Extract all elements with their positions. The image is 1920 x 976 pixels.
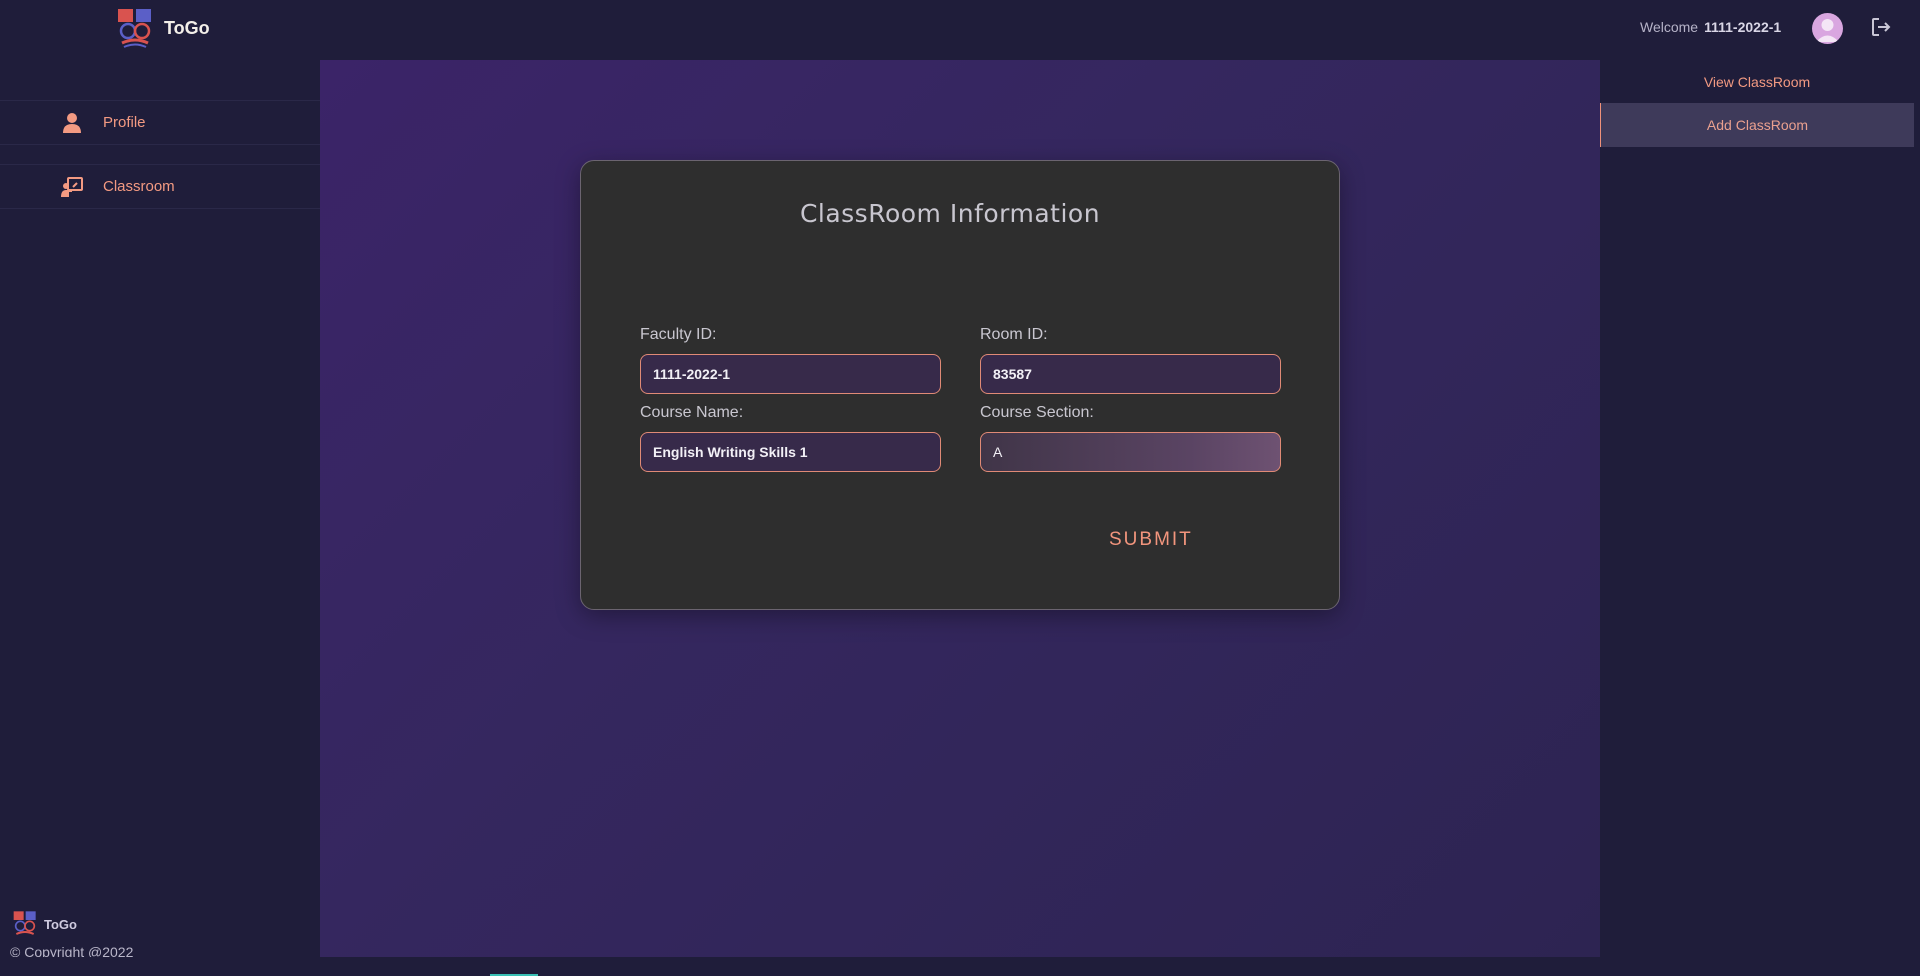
- right-panel: View ClassRoom Add ClassRoom: [1600, 60, 1920, 976]
- top-bar: ToGo Welcome 1111-2022-1: [0, 0, 1920, 60]
- add-classroom-link[interactable]: Add ClassRoom: [1600, 103, 1914, 147]
- user-avatar-icon: [1816, 19, 1839, 42]
- sidebar-item-label: Classroom: [103, 178, 175, 195]
- welcome-text: Welcome 1111-2022-1: [1640, 19, 1781, 35]
- course-name-label: Course Name:: [640, 404, 744, 421]
- course-name-input[interactable]: [640, 432, 941, 472]
- sidebar-item-classroom[interactable]: Classroom: [0, 164, 320, 209]
- brand-name: ToGo: [164, 17, 210, 38]
- sidebar-item-profile[interactable]: Profile: [0, 100, 320, 145]
- view-classroom-link[interactable]: View ClassRoom: [1600, 60, 1914, 104]
- faculty-id-group: Faculty ID:: [640, 326, 941, 394]
- course-section-label: Course Section:: [980, 404, 1094, 421]
- logout-icon[interactable]: [1870, 16, 1892, 38]
- brand[interactable]: ToGo: [116, 7, 210, 49]
- person-icon: [63, 112, 81, 133]
- sidebar: Profile Classroom ToGo: [0, 60, 320, 976]
- togo-logo-icon: [13, 911, 36, 935]
- sidebar-item-label: Profile: [103, 114, 146, 131]
- avatar[interactable]: [1812, 13, 1843, 44]
- room-id-input[interactable]: [980, 354, 1281, 394]
- form-title: ClassRoom Information: [799, 199, 1101, 228]
- room-id-label: Room ID:: [980, 326, 1048, 343]
- course-name-group: Course Name:: [640, 404, 941, 472]
- user-id: 1111-2022-1: [1704, 19, 1782, 35]
- welcome-label: Welcome: [1640, 19, 1699, 35]
- faculty-id-input[interactable]: [640, 354, 941, 394]
- footer-brand-name: ToGo: [44, 916, 77, 932]
- course-section-input[interactable]: [980, 432, 1281, 472]
- course-section-group: Course Section:: [980, 404, 1281, 472]
- room-id-group: Room ID:: [980, 326, 1281, 394]
- sidebar-footer-brand: ToGo: [12, 910, 77, 938]
- classroom-icon: [61, 176, 83, 197]
- main-content: ClassRoom Information Faculty ID: Room I…: [320, 60, 1600, 957]
- togo-logo-icon: [118, 9, 151, 48]
- faculty-id-label: Faculty ID:: [640, 326, 717, 343]
- submit-button[interactable]: SUBMIT: [1109, 529, 1193, 551]
- bottom-strip: [0, 957, 1920, 976]
- classroom-form-card: ClassRoom Information Faculty ID: Room I…: [580, 160, 1340, 610]
